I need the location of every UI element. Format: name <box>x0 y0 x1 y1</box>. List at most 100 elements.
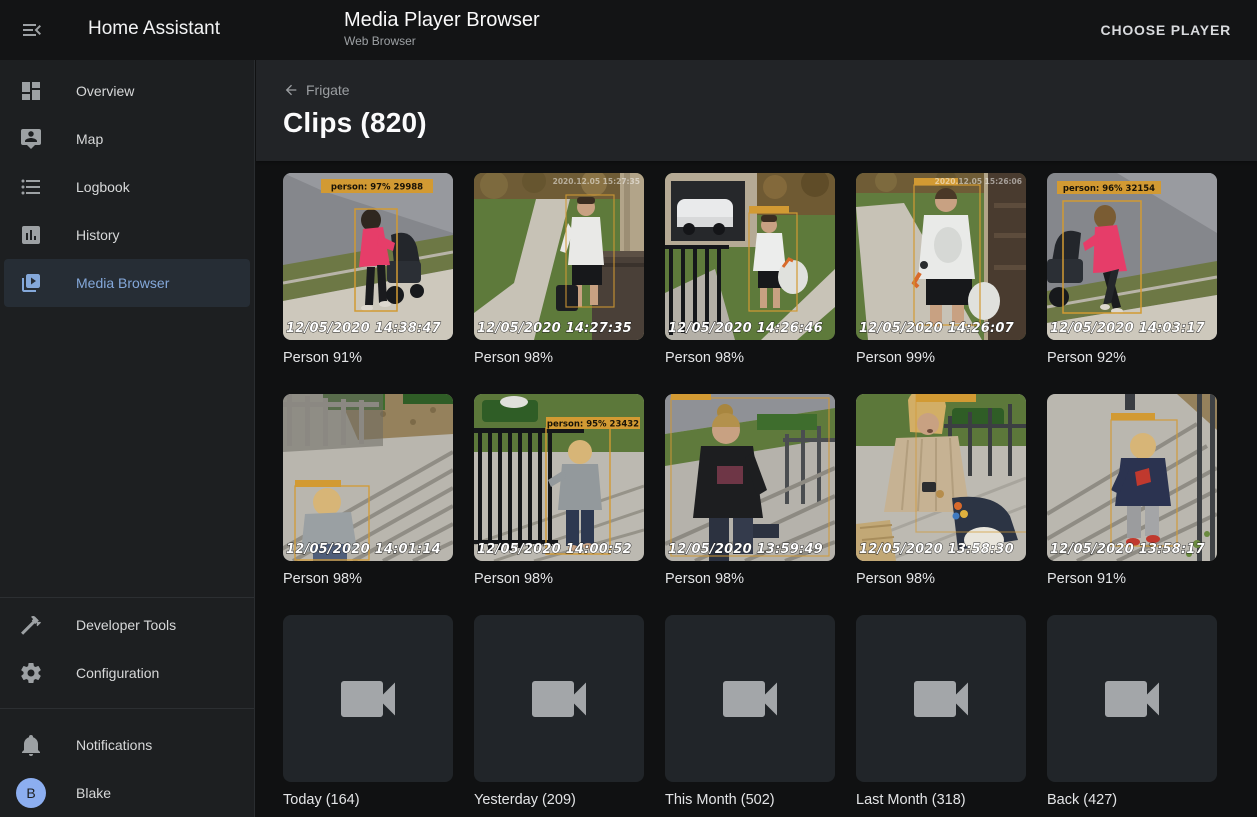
clip-card[interactable]: person: 96% 32154 12/05/2020 14:03:17 Pe… <box>1047 173 1217 368</box>
breadcrumb[interactable]: Frigate <box>283 60 350 98</box>
folder-card-this-month[interactable]: This Month (502) <box>665 615 835 810</box>
clip-card[interactable]: 12/05/2020 14:26:46 Person 98% <box>665 173 835 368</box>
app-header: Home Assistant Media Player Browser Web … <box>0 0 1257 60</box>
clip-scene-fence-toddler: person: 95% 23432 12/05/2020 14:00:52 <box>474 394 644 561</box>
clip-scene-garage-trash: 12/05/2020 14:26:46 <box>665 173 835 340</box>
clip-card[interactable]: 12/05/2020 14:01:14 Person 98% <box>283 394 453 589</box>
sidebar-item-label: Configuration <box>76 665 159 681</box>
clip-thumbnail: 2020.12.05 15:26:06 12/05/2020 14:26:07 <box>856 173 1026 340</box>
sidebar-spacer <box>0 307 254 594</box>
sidebar-item-notifications[interactable]: Notifications <box>4 721 250 769</box>
clip-label: Person 98% <box>665 348 835 368</box>
clip-scene-street-stroller-right: person: 97% 29988 12/05/2020 14:38:47 <box>283 173 453 340</box>
panel-title: Media Player Browser <box>344 9 540 32</box>
clip-thumbnail: person: 96% 32154 12/05/2020 14:03:17 <box>1047 173 1217 340</box>
clip-card[interactable]: 12/05/2020 13:58:30 Person 98% <box>856 394 1026 589</box>
clip-timestamp-overlay: 12/05/2020 13:58:17 <box>1050 542 1206 557</box>
clip-card[interactable]: 12/05/2020 13:58:17 Person 91% <box>1047 394 1217 589</box>
clip-timestamp-overlay: 12/05/2020 14:03:17 <box>1050 321 1206 336</box>
folder-label: Back (427) <box>1047 790 1217 810</box>
clip-label: Person 98% <box>665 569 835 589</box>
clip-label: Person 98% <box>856 569 1026 589</box>
breadcrumb-label: Frigate <box>306 82 350 98</box>
clip-scene-porch-man: 2020.12.05 15:27:35 12/05/2020 14:27:35 <box>474 173 644 340</box>
app-title: Home Assistant <box>88 18 220 40</box>
tooltip-account-icon <box>19 127 43 151</box>
folder-thumbnail <box>283 615 453 782</box>
video-icon <box>1096 663 1168 735</box>
chart-box-icon <box>19 223 43 247</box>
clip-label: Person 99% <box>856 348 1026 368</box>
menu-open-icon <box>20 30 44 45</box>
clip-label: Person 98% <box>474 348 644 368</box>
clip-timestamp-overlay: 12/05/2020 14:26:46 <box>668 321 823 336</box>
sidebar-item-label: Logbook <box>76 179 130 195</box>
clip-thumbnail: 12/05/2020 13:58:30 <box>856 394 1026 561</box>
folder-card-last-month[interactable]: Last Month (318) <box>856 615 1026 810</box>
video-icon <box>714 663 786 735</box>
clip-timestamp-overlay: 12/05/2020 14:26:07 <box>859 321 1015 336</box>
clip-thumbnail: 12/05/2020 13:59:49 <box>665 394 835 561</box>
hammer-icon <box>19 613 43 637</box>
panel-title-block: Media Player Browser Web Browser <box>344 9 540 48</box>
folder-card-yesterday[interactable]: Yesterday (209) <box>474 615 644 810</box>
sidebar-item-label: Overview <box>76 83 134 99</box>
clip-scene-street-stroller-left: person: 96% 32154 12/05/2020 14:03:17 <box>1047 173 1217 340</box>
sidebar-divider <box>0 597 254 598</box>
clip-thumbnail: 2020.12.05 15:27:35 12/05/2020 14:27:35 <box>474 173 644 340</box>
clip-card[interactable]: 12/05/2020 13:59:49 Person 98% <box>665 394 835 589</box>
play-box-multiple-icon <box>19 271 43 295</box>
media-browser-panel: Frigate Clips (820) <box>256 60 1257 817</box>
sidebar-item-label: History <box>76 227 120 243</box>
clip-scene-steps-toddler: 12/05/2020 14:01:14 <box>283 394 453 561</box>
sidebar-item-label: Blake <box>76 785 111 801</box>
sidebar-item-user-profile[interactable]: B Blake <box>4 769 250 817</box>
folder-card-back[interactable]: Back (427) <box>1047 615 1217 810</box>
video-icon <box>523 663 595 735</box>
clip-timestamp-overlay: 12/05/2020 14:38:47 <box>286 321 442 336</box>
folder-label: Yesterday (209) <box>474 790 644 810</box>
sidebar-item-label: Media Browser <box>76 275 169 291</box>
folder-label: Today (164) <box>283 790 453 810</box>
sidebar-item-logbook[interactable]: Logbook <box>4 163 250 211</box>
arrow-left-icon <box>283 82 299 98</box>
clip-card[interactable]: 2020.12.05 15:27:35 12/05/2020 14:27:35 … <box>474 173 644 368</box>
media-browser-header: Frigate Clips (820) <box>256 60 1257 161</box>
clip-thumbnail: person: 97% 29988 12/05/2020 14:38:47 <box>283 173 453 340</box>
sidebar-item-label: Map <box>76 131 103 147</box>
sidebar-item-developer-tools[interactable]: Developer Tools <box>4 601 250 649</box>
clip-timestamp-overlay: 12/05/2020 13:59:49 <box>668 542 823 557</box>
clip-label: Person 92% <box>1047 348 1217 368</box>
folder-thumbnail <box>665 615 835 782</box>
avatar: B <box>16 778 46 808</box>
cog-icon <box>19 661 43 685</box>
sidebar-item-history[interactable]: History <box>4 211 250 259</box>
sidebar-item-label: Developer Tools <box>76 617 176 633</box>
clip-thumbnail: 12/05/2020 14:26:46 <box>665 173 835 340</box>
clip-scene-toddler-navy: 12/05/2020 13:58:17 <box>1047 394 1217 561</box>
camera-timestamp-overlay: 2020.12.05 15:27:35 <box>553 177 640 186</box>
clip-card[interactable]: 2020.12.05 15:26:06 12/05/2020 14:26:07 … <box>856 173 1026 368</box>
detection-box-label: person: 97% 29988 <box>331 183 423 193</box>
sidebar-item-configuration[interactable]: Configuration <box>4 649 250 697</box>
video-icon <box>905 663 977 735</box>
camera-timestamp-overlay: 2020.12.05 15:26:06 <box>935 177 1022 186</box>
clip-timestamp-overlay: 12/05/2020 13:58:30 <box>859 542 1014 557</box>
sidebar-item-map[interactable]: Map <box>4 115 250 163</box>
folder-card-today[interactable]: Today (164) <box>283 615 453 810</box>
panel-subtitle: Web Browser <box>344 34 540 48</box>
folder-label: This Month (502) <box>665 790 835 810</box>
folder-thumbnail <box>856 615 1026 782</box>
folder-thumbnail <box>1047 615 1217 782</box>
folder-thumbnail <box>474 615 644 782</box>
sidebar-item-overview[interactable]: Overview <box>4 67 250 115</box>
sidebar-item-media-browser[interactable]: Media Browser <box>4 259 250 307</box>
sidebar-toggle-button[interactable] <box>20 18 44 42</box>
choose-player-button[interactable]: CHOOSE PLAYER <box>1095 0 1237 60</box>
page-title: Clips (820) <box>283 107 1257 139</box>
clip-card[interactable]: person: 95% 23432 12/05/2020 14:00:52 Pe… <box>474 394 644 589</box>
clip-timestamp-overlay: 12/05/2020 14:27:35 <box>477 321 632 336</box>
clip-timestamp-overlay: 12/05/2020 14:01:14 <box>286 542 441 557</box>
clip-card[interactable]: person: 97% 29988 12/05/2020 14:38:47 Pe… <box>283 173 453 368</box>
clip-label: Person 98% <box>474 569 644 589</box>
